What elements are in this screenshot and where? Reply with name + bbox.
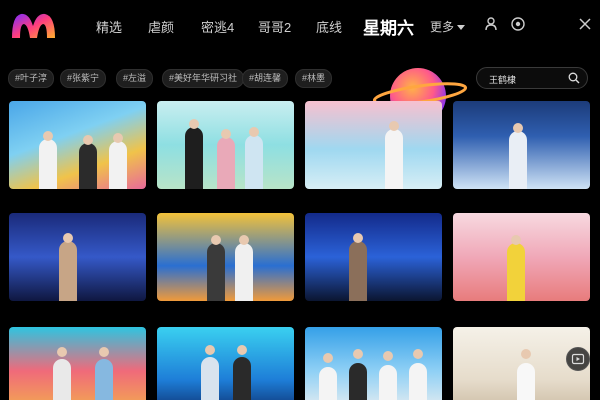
- nav-item-jingxuan[interactable]: 精选: [96, 17, 122, 36]
- video-icon: [571, 353, 585, 365]
- video-thumbnail-6[interactable]: [157, 213, 294, 301]
- chevron-down-icon: [457, 25, 466, 31]
- tag-item[interactable]: #美好年华研习社: [162, 69, 245, 88]
- nav-item-dixian[interactable]: 底线: [316, 17, 342, 36]
- video-thumbnail-3[interactable]: [305, 101, 442, 189]
- video-thumbnail-1[interactable]: [9, 101, 146, 189]
- tag-item[interactable]: #张紫宁: [60, 69, 107, 88]
- tag-item[interactable]: #林墨: [295, 69, 333, 88]
- nav-item-mitao4[interactable]: 密逃4: [201, 17, 234, 36]
- nav-item-xingqiliu[interactable]: 星期六: [363, 14, 414, 39]
- target-icon[interactable]: [510, 16, 526, 32]
- more-menu[interactable]: 更多: [430, 18, 466, 35]
- top-bar: 精选 虐颜 密逃4 哥哥2 底线 星期六 更多: [0, 0, 600, 52]
- close-icon[interactable]: [577, 16, 593, 32]
- video-thumbnail-5[interactable]: [9, 213, 146, 301]
- floating-video-button[interactable]: [566, 347, 590, 371]
- search-icon[interactable]: [568, 72, 580, 84]
- search-box: [476, 67, 588, 89]
- tag-item[interactable]: #胡连馨: [242, 69, 289, 88]
- video-thumbnail-4[interactable]: [453, 101, 590, 189]
- video-thumbnail-11[interactable]: [305, 327, 442, 400]
- video-thumbnail-2[interactable]: [157, 101, 294, 189]
- video-thumbnail-9[interactable]: [9, 327, 146, 400]
- tag-item[interactable]: #左溢: [116, 69, 154, 88]
- video-thumbnail-10[interactable]: [157, 327, 294, 400]
- user-icon[interactable]: [483, 16, 499, 32]
- search-input[interactable]: [487, 70, 569, 88]
- tag-item[interactable]: #叶子淳: [8, 69, 55, 88]
- m-logo-icon[interactable]: [9, 8, 59, 42]
- video-thumbnail-8[interactable]: [453, 213, 590, 301]
- video-thumbnail-7[interactable]: [305, 213, 442, 301]
- more-label: 更多: [430, 20, 455, 34]
- nav-item-gege2[interactable]: 哥哥2: [258, 17, 291, 36]
- video-grid: [9, 101, 591, 400]
- nav-item-nueyan[interactable]: 虐颜: [148, 17, 174, 36]
